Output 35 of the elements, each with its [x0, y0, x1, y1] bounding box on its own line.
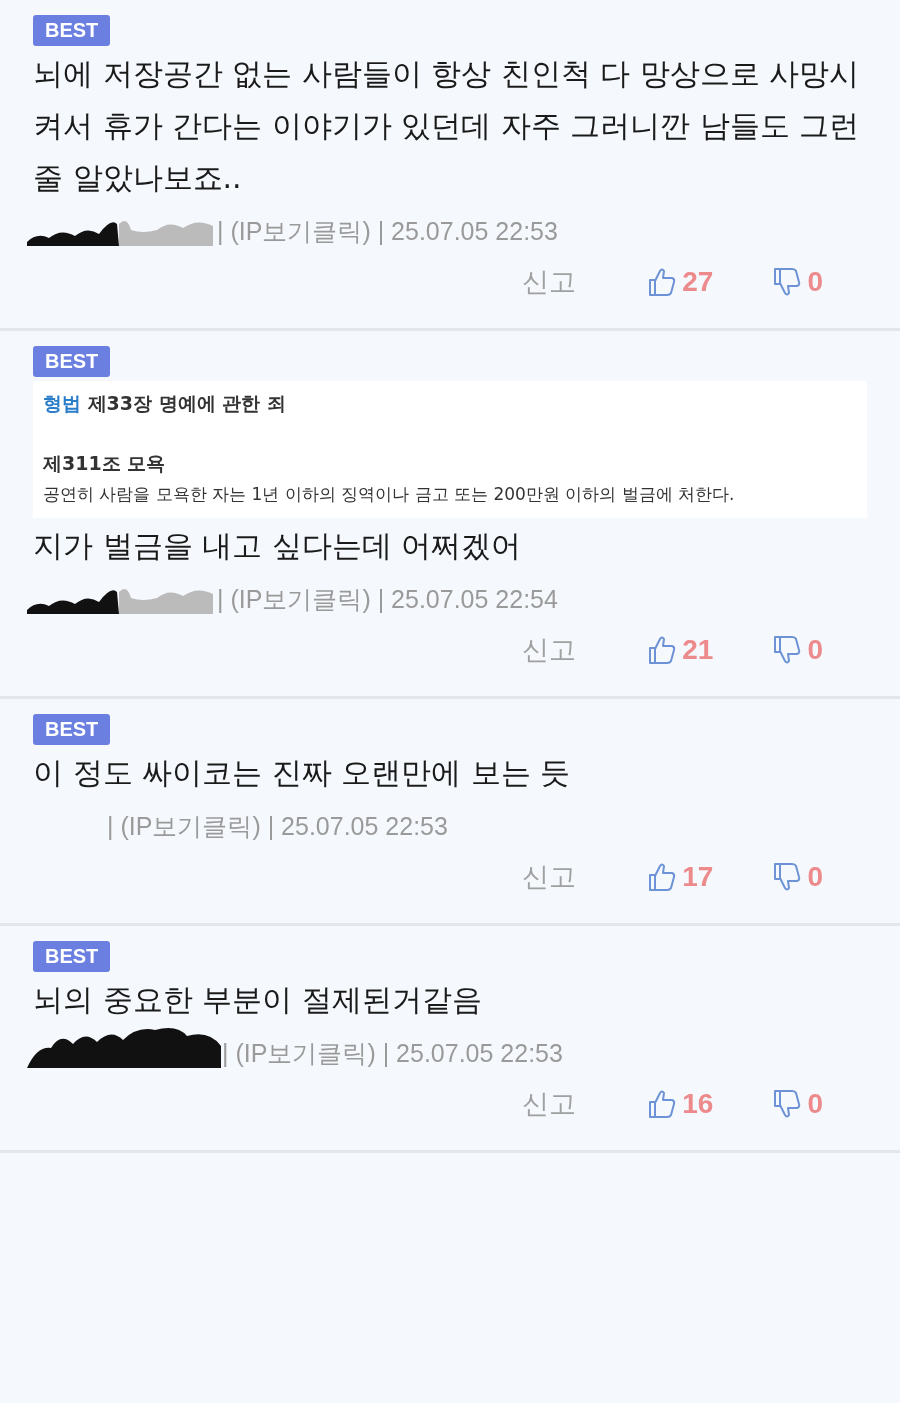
thumbs-down-icon — [773, 862, 802, 892]
comment-text: 뇌에 저장공간 없는 사람들이 항상 친인척 다 망상으로 사망시켜서 휴가 간다는 이야기가 있던데 자주 그러니깐 남들도 그런 줄 알았나보죠.. — [33, 55, 861, 197]
comment-text: 이 정도 싸이코는 진짜 오랜만에 보는 듯 — [33, 754, 571, 792]
dislike-button[interactable]: 0 — [773, 634, 823, 666]
best-badge: BEST — [33, 15, 111, 46]
dislike-button[interactable]: 0 — [773, 861, 823, 893]
law-title: 형법 제33장 명예에 관한 죄 — [43, 391, 287, 416]
dislike-button[interactable]: 0 — [773, 1088, 823, 1120]
thumbs-up-icon — [648, 862, 677, 892]
thumbs-down-icon — [773, 635, 802, 665]
best-badge: BEST — [33, 941, 111, 972]
comment-meta: | (IP보기클릭) | 25.07.05 22:53 — [222, 1038, 563, 1069]
best-badge: BEST — [33, 714, 111, 745]
dislike-button[interactable]: 0 — [773, 266, 823, 298]
report-button[interactable]: 신고 — [522, 264, 577, 300]
comment-meta: | (IP보기클릭) | 25.07.05 22:53 — [217, 216, 558, 247]
thumbs-down-icon — [773, 1089, 802, 1119]
comment-meta: | (IP보기클릭) | 25.07.05 22:53 — [107, 811, 448, 842]
thumbs-down-icon — [773, 267, 802, 297]
like-button[interactable]: 17 — [648, 861, 714, 893]
thumbs-up-icon — [648, 267, 677, 297]
comment-meta: | (IP보기클릭) | 25.07.05 22:54 — [217, 584, 558, 615]
article-text: 공연히 사람을 모욕한 자는 1년 이하의 징역이나 금고 또는 200만원 이하의 벌금에 처한다. — [43, 483, 736, 506]
like-button[interactable]: 21 — [648, 634, 714, 666]
comment-text: 뇌의 중요한 부분이 절제된거같음 — [33, 981, 482, 1019]
like-button[interactable]: 16 — [648, 1088, 714, 1120]
like-button[interactable]: 27 — [648, 266, 714, 298]
report-button[interactable]: 신고 — [522, 1086, 577, 1122]
best-badge: BEST — [33, 346, 111, 377]
comment-text: 지가 벌금을 내고 싶다는데 어쩌겠어 — [33, 527, 522, 565]
report-button[interactable]: 신고 — [522, 859, 577, 895]
article-heading: 제311조 모욕 — [43, 451, 167, 476]
thumbs-up-icon — [648, 1089, 677, 1119]
thumbs-up-icon — [648, 635, 677, 665]
report-button[interactable]: 신고 — [522, 632, 577, 668]
